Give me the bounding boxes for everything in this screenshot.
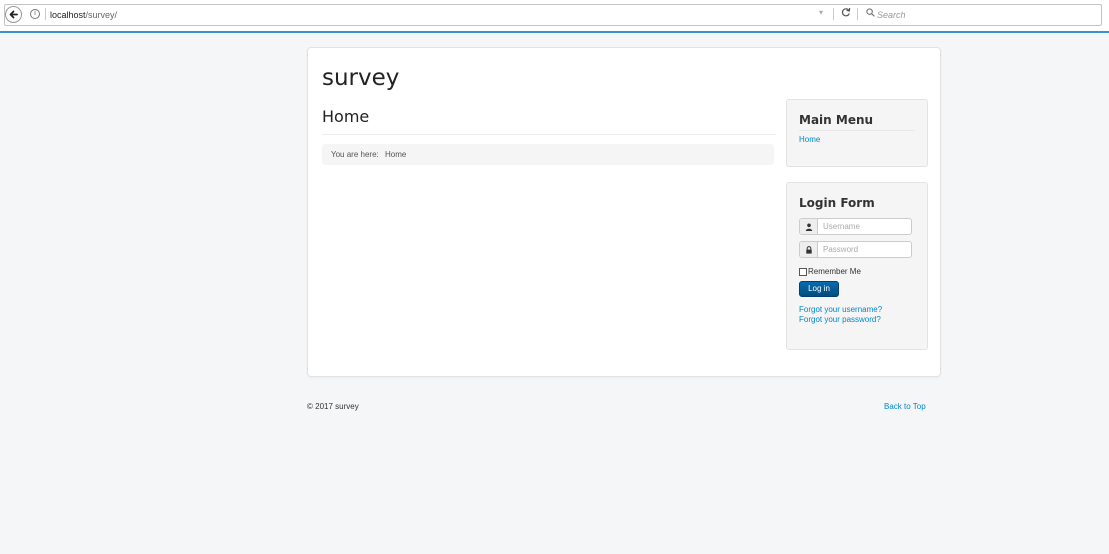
username-field-group: [799, 218, 912, 235]
address-bar[interactable]: [4, 4, 1102, 26]
breadcrumb: You are here: Home: [322, 144, 774, 165]
lock-icon: [800, 242, 818, 257]
main-menu-module: Main Menu Home: [786, 99, 928, 167]
person-icon: [805, 223, 812, 231]
padlock-icon: [805, 245, 812, 254]
back-button[interactable]: [5, 6, 22, 23]
url-path: /survey/: [85, 10, 118, 20]
remember-me-checkbox[interactable]: [799, 267, 807, 276]
info-icon[interactable]: i: [30, 9, 40, 19]
password-input[interactable]: [819, 242, 911, 257]
browser-chrome: i localhost/survey/ ▾ Search: [0, 0, 1109, 33]
arrow-left-icon: [9, 10, 18, 19]
heading-divider: [322, 134, 776, 135]
user-icon: [800, 219, 818, 234]
forgot-username-link[interactable]: Forgot your username?: [799, 305, 882, 314]
breadcrumb-current: Home: [384, 150, 407, 159]
toolbar-divider: [833, 8, 834, 20]
reload-arrow-icon: [841, 7, 851, 17]
breadcrumb-prefix: You are here:: [331, 150, 379, 159]
menu-item-home[interactable]: Home: [799, 135, 820, 144]
site-title[interactable]: survey: [322, 65, 399, 91]
back-to-top-link[interactable]: Back to Top: [884, 402, 926, 411]
page-title: Home: [322, 107, 370, 126]
login-form-module: Login Form Remember Me Log in: [786, 182, 928, 350]
url-host: localhost: [50, 10, 86, 20]
toolbar-divider: [857, 8, 858, 20]
address-divider: [45, 8, 46, 20]
login-button[interactable]: Log in: [799, 281, 839, 297]
remember-me[interactable]: Remember Me: [799, 267, 861, 276]
main-menu-title: Main Menu: [799, 113, 874, 127]
username-input[interactable]: [819, 219, 911, 234]
chevron-down-icon[interactable]: ▾: [819, 8, 823, 17]
reload-icon[interactable]: [841, 7, 851, 20]
footer-copyright: © 2017 survey: [307, 402, 359, 411]
magnifier-icon: [866, 8, 875, 17]
remember-me-label: Remember Me: [808, 267, 861, 276]
main-container: survey Home You are here: Home Main Menu…: [307, 47, 941, 377]
search-icon: [866, 8, 875, 20]
login-form-title: Login Form: [799, 196, 875, 210]
url-text[interactable]: localhost/survey/: [50, 10, 117, 20]
password-field-group: [799, 241, 912, 258]
module-divider: [799, 130, 915, 131]
forgot-password-link[interactable]: Forgot your password?: [799, 315, 881, 324]
browser-search-input[interactable]: Search: [877, 10, 906, 20]
